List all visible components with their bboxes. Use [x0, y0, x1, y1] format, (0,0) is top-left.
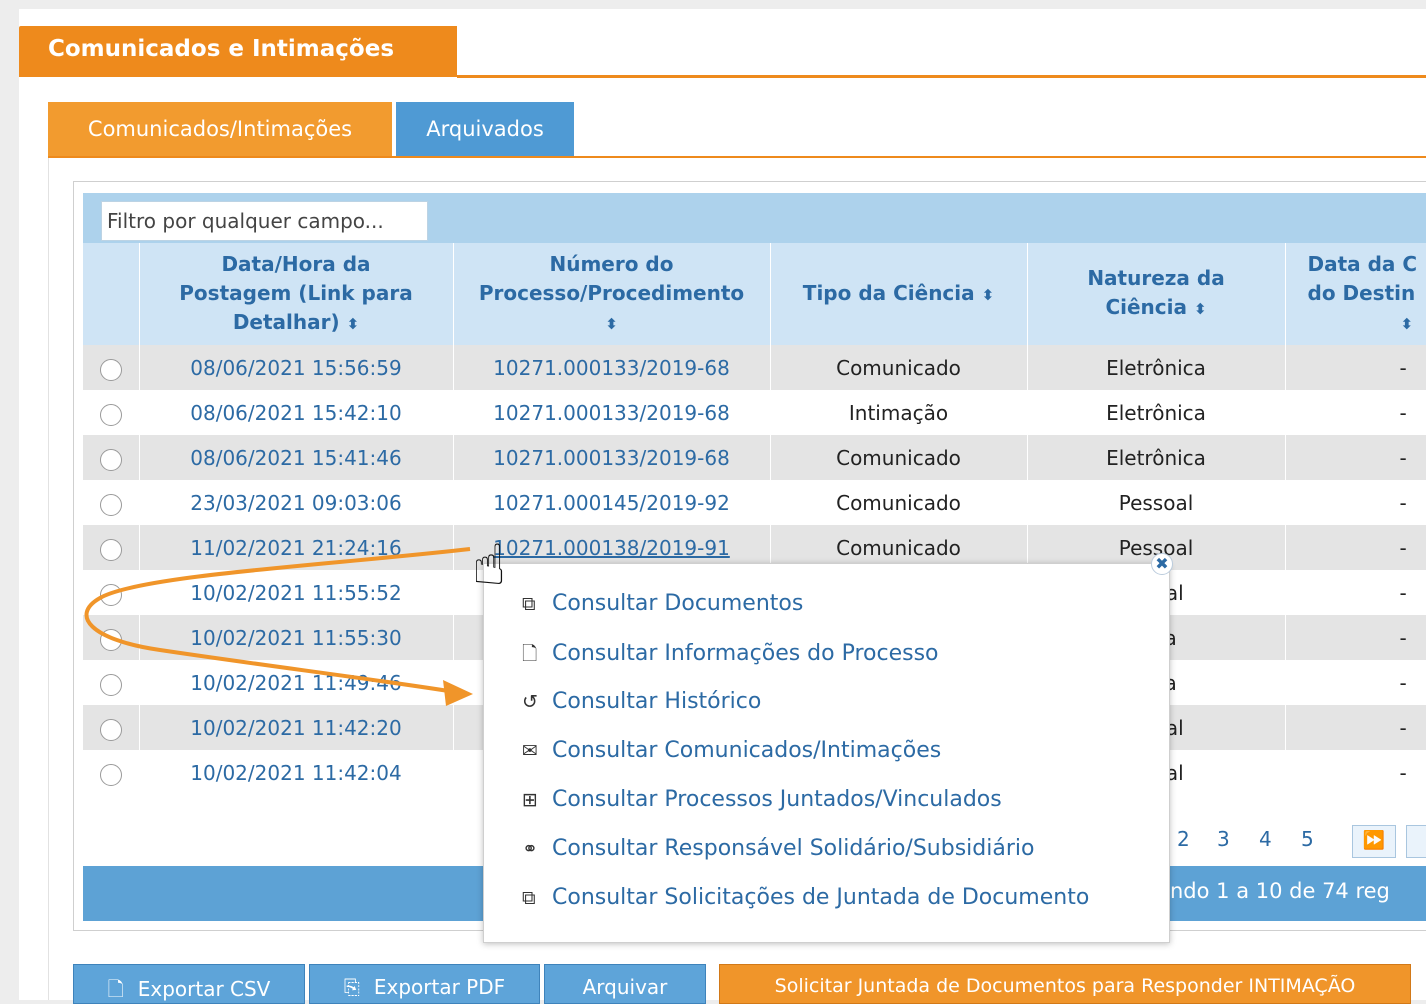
annotation-arrow [84, 547, 473, 706]
export-pdf-button[interactable]: ⎘ Exportar PDF [309, 964, 540, 1004]
arrow-path [84, 547, 471, 694]
hand-cursor-icon: ☝ [472, 533, 507, 598]
export-csv-button[interactable]: 🗋 Exportar CSV [73, 964, 305, 1004]
request-documents-button[interactable]: Solicitar Juntada de Documentos para Res… [719, 964, 1411, 1004]
export-pdf-label: Exportar PDF [373, 975, 506, 999]
file-icon: 🗋 [107, 977, 124, 1001]
export-csv-label: Exportar CSV [137, 977, 271, 1001]
archive-button[interactable]: Arquivar [544, 964, 706, 1004]
pdf-icon: ⎘ [343, 975, 360, 999]
arrow-head [443, 680, 473, 706]
